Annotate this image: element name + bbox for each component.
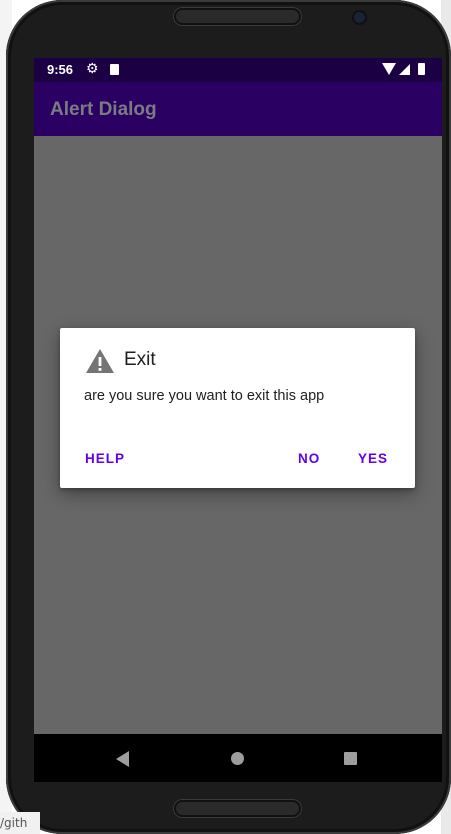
battery-icon <box>418 63 425 75</box>
yes-button[interactable]: YES <box>358 451 388 466</box>
bottom-speaker <box>174 800 301 817</box>
warning-icon <box>86 349 114 373</box>
app-bar: Alert Dialog <box>34 82 442 136</box>
recents-icon[interactable] <box>344 752 357 765</box>
dialog-message: are you sure you want to exit this app <box>84 388 325 404</box>
desktop-url-fragment: /gith <box>0 812 40 834</box>
top-speaker <box>174 8 301 25</box>
dialog-title: Exit <box>124 349 156 370</box>
sd-card-icon <box>110 64 119 75</box>
alert-dialog: Exit are you sure you want to exit this … <box>60 328 415 488</box>
no-button[interactable]: NO <box>298 451 320 466</box>
navigation-bar <box>34 734 442 782</box>
gear-icon: ⚙ <box>86 60 99 76</box>
front-camera <box>354 12 365 23</box>
status-bar: 9:56 ⚙ <box>34 58 442 82</box>
wifi-icon <box>382 63 396 75</box>
status-time: 9:56 <box>47 62 74 77</box>
signal-icon <box>399 64 410 75</box>
phone-screen: 9:56 ⚙ Alert Dialog Exit are you sure yo… <box>34 58 442 782</box>
status-icons-right <box>382 63 430 77</box>
back-icon[interactable] <box>116 751 129 767</box>
screenshot-stage: 9:56 ⚙ Alert Dialog Exit are you sure yo… <box>0 0 451 834</box>
app-title: Alert Dialog <box>50 99 157 120</box>
phone-frame: 9:56 ⚙ Alert Dialog Exit are you sure yo… <box>6 0 451 834</box>
home-icon[interactable] <box>231 752 244 765</box>
help-button[interactable]: HELP <box>85 451 125 466</box>
